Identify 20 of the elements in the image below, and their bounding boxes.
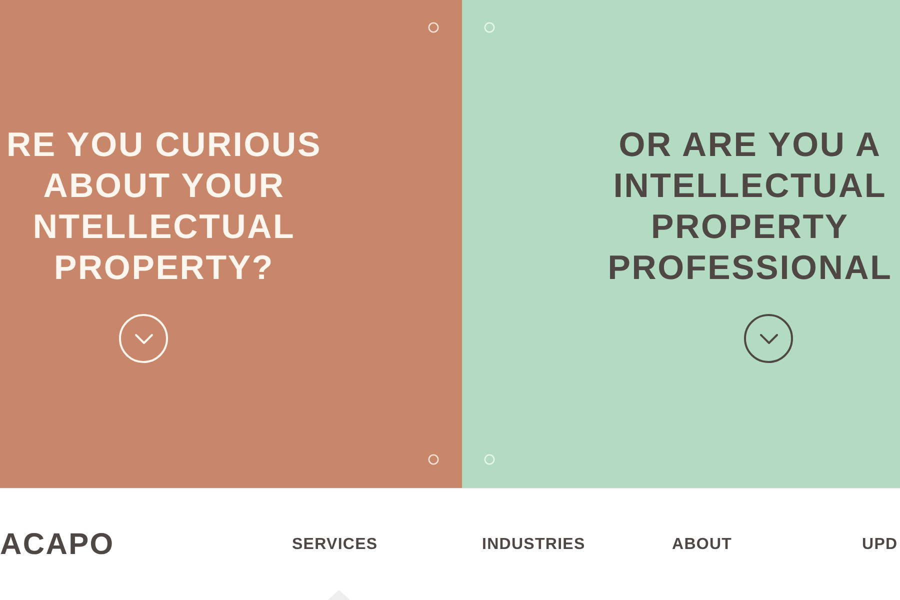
ring-icon <box>428 22 439 33</box>
nav-link[interactable]: INDUSTRIES <box>482 536 586 552</box>
nav-link[interactable]: SERVICES <box>292 536 378 552</box>
heading-line: INTELLECTUAL <box>613 166 887 207</box>
heading-line: PROFESSIONAL <box>608 248 892 289</box>
nav-link[interactable]: ABOUT <box>672 536 732 552</box>
ring-icon <box>484 22 495 33</box>
ring-icon <box>428 454 439 465</box>
chevron-down-icon <box>760 334 778 344</box>
heading-line: RE YOU CURIOUS <box>6 125 322 166</box>
ring-icon <box>484 454 495 465</box>
scroll-down-button[interactable] <box>744 314 793 363</box>
heading-line: PROPERTY? <box>54 248 274 289</box>
heading-line: NTELLECTUAL <box>32 207 296 248</box>
heading-line: OR ARE YOU A <box>618 125 882 166</box>
heading-line: ABOUT YOUR <box>43 166 285 207</box>
heading-line: PROPERTY <box>651 207 849 248</box>
chevron-down-icon <box>134 334 152 344</box>
site-logo[interactable]: ACAPO <box>0 530 114 560</box>
nav-link[interactable]: UPD <box>862 536 898 552</box>
